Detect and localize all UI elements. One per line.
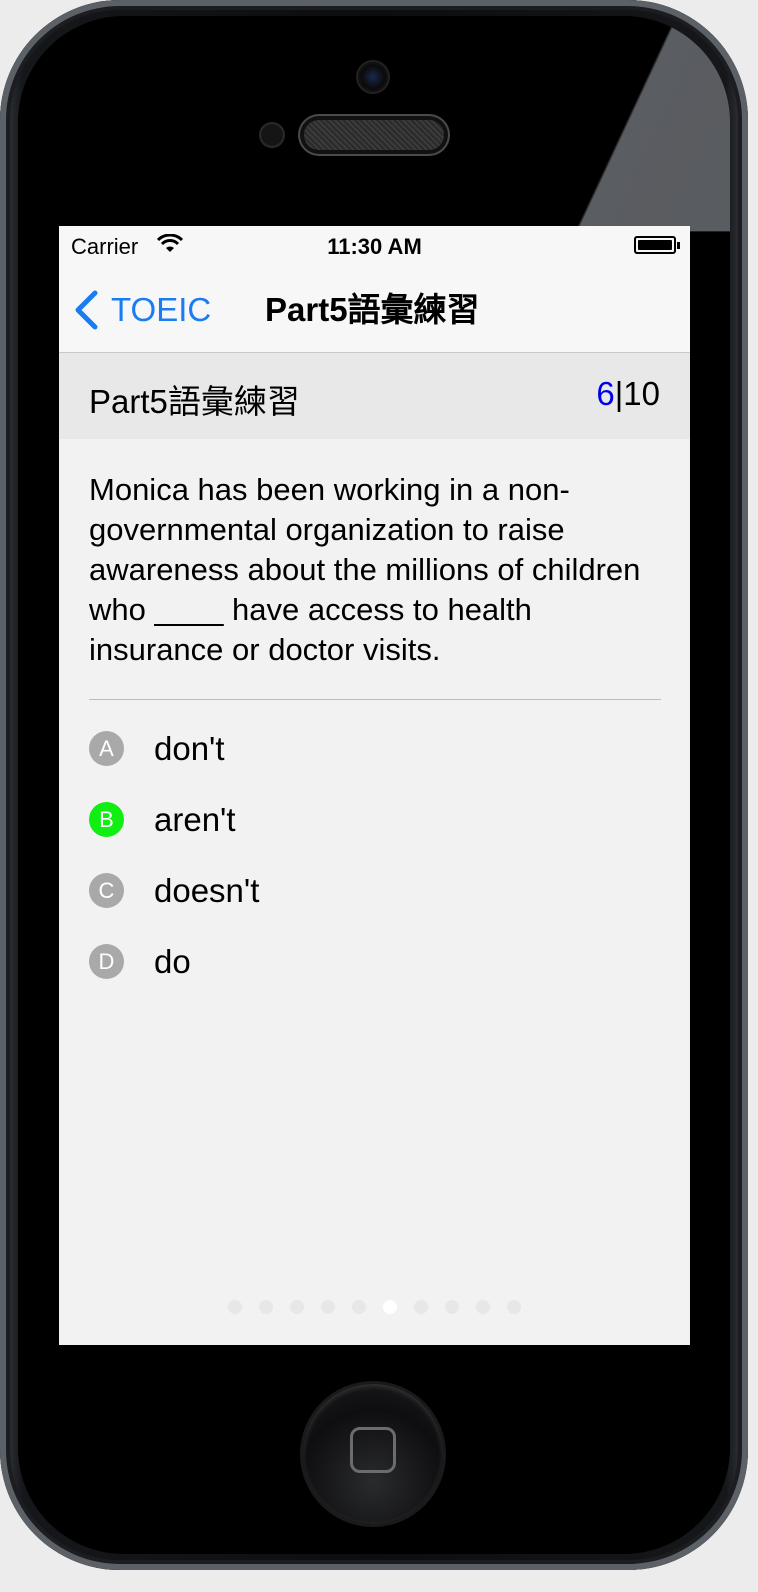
- option-text-b: aren't: [154, 801, 236, 838]
- option-text-a: don't: [154, 730, 225, 767]
- chevron-left-icon: [75, 290, 98, 330]
- page-dot[interactable]: [259, 1300, 273, 1314]
- proximity-sensor: [261, 124, 283, 146]
- battery-icon: [634, 236, 680, 254]
- home-button[interactable]: [303, 1384, 443, 1524]
- answer-options: A don't B aren't C doesn't D do: [89, 727, 661, 1011]
- divider: [89, 699, 661, 700]
- status-time: 11:30 AM: [327, 234, 422, 259]
- front-camera: [358, 62, 388, 92]
- home-square-icon: [350, 1427, 396, 1473]
- option-badge-c: C: [89, 873, 124, 908]
- question-text: Monica has been working in a non-governm…: [89, 472, 641, 667]
- option-b[interactable]: B aren't: [89, 798, 661, 869]
- option-c[interactable]: C doesn't: [89, 869, 661, 940]
- option-text-d: do: [154, 943, 191, 980]
- back-button[interactable]: TOEIC: [73, 288, 211, 332]
- total-questions: 10: [623, 375, 660, 412]
- page-dot[interactable]: [290, 1300, 304, 1314]
- question-header: Part5語彙練習 6|10: [59, 353, 690, 439]
- page-dot[interactable]: [476, 1300, 490, 1314]
- option-badge-b: B: [89, 802, 124, 837]
- section-label: Part5語彙練習: [89, 383, 300, 420]
- phone-frame: Carrier 11:30 AM TOEIC Part5語彙練習 Part5語彙…: [0, 0, 748, 1570]
- counter-separator: |: [614, 375, 624, 412]
- option-a[interactable]: A don't: [89, 727, 661, 798]
- nav-title: Part5語彙練習: [265, 291, 480, 328]
- option-d[interactable]: D do: [89, 940, 661, 1011]
- page-dot[interactable]: [445, 1300, 459, 1314]
- status-bar: Carrier 11:30 AM: [59, 226, 690, 268]
- earpiece-speaker: [304, 120, 444, 150]
- page-dot[interactable]: [228, 1300, 242, 1314]
- question-counter: 6|10: [596, 375, 660, 413]
- app-screen: Carrier 11:30 AM TOEIC Part5語彙練習 Part5語彙…: [59, 226, 690, 1345]
- navigation-bar: TOEIC Part5語彙練習: [59, 268, 690, 353]
- option-badge-a: A: [89, 731, 124, 766]
- option-text-c: doesn't: [154, 872, 260, 909]
- page-dot[interactable]: [321, 1300, 335, 1314]
- option-badge-d: D: [89, 944, 124, 979]
- page-control[interactable]: [59, 1300, 690, 1314]
- page-dot[interactable]: [414, 1300, 428, 1314]
- page-dot[interactable]: [383, 1300, 397, 1314]
- current-question-number: 6: [596, 375, 615, 412]
- page-dot[interactable]: [352, 1300, 366, 1314]
- back-button-label: TOEIC: [111, 291, 212, 328]
- page-dot[interactable]: [507, 1300, 521, 1314]
